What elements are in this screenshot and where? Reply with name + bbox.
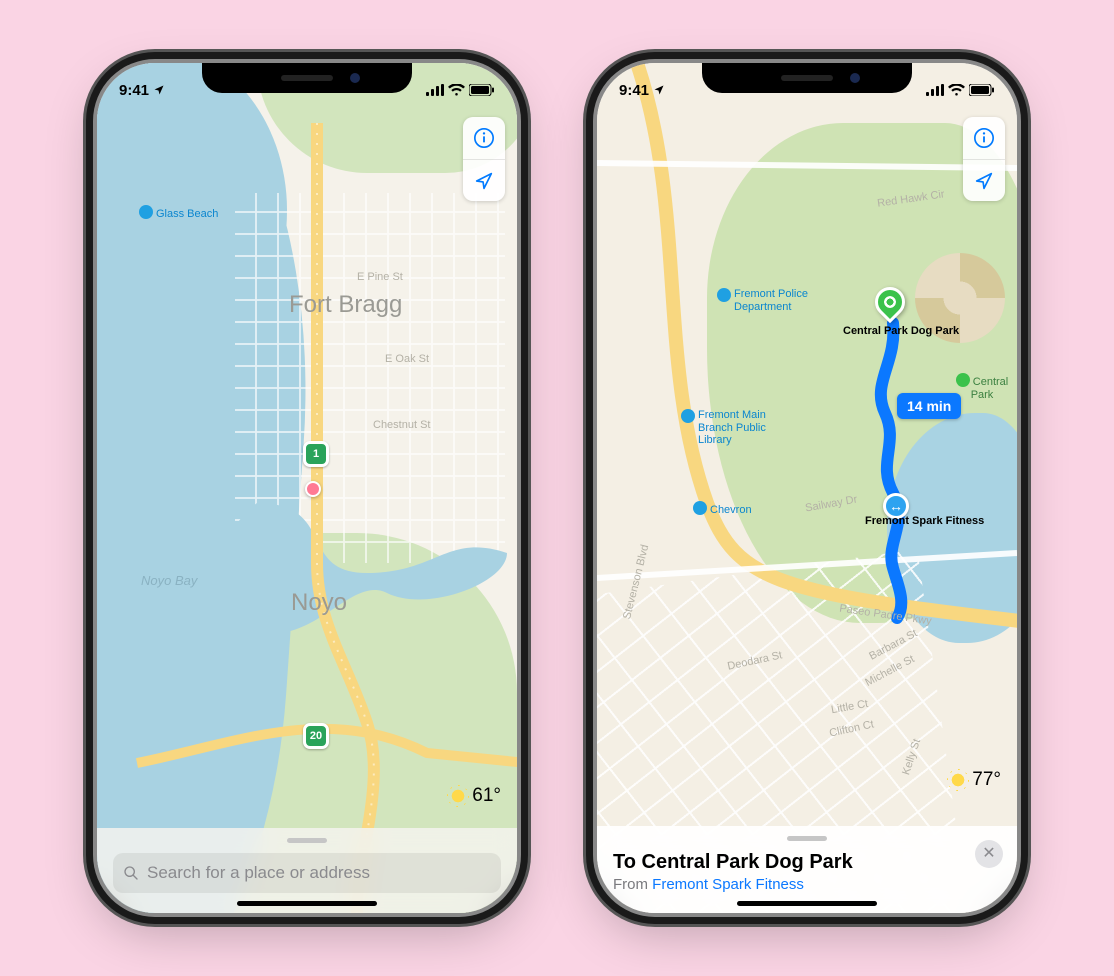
water-noyo-bay: Noyo Bay: [141, 573, 197, 588]
device-notch: [202, 63, 412, 93]
police-icon: [717, 288, 731, 302]
directions-title: To Central Park Dog Park: [613, 851, 1001, 874]
street-chestnut: Chestnut St: [373, 419, 430, 431]
battery-icon: [469, 84, 495, 96]
location-arrow-icon: [973, 170, 995, 192]
sun-icon: [950, 772, 966, 788]
map-controls: [463, 117, 505, 201]
phone-right: 9:41: [597, 63, 1017, 913]
poi-library[interactable]: Fremont Main Branch Public Library: [681, 409, 766, 447]
highway-shield-1: 1: [303, 441, 329, 467]
info-icon: [473, 127, 495, 149]
poi-central-park[interactable]: Central Park: [947, 373, 1017, 401]
sun-icon: [450, 788, 466, 804]
poi-glass-beach[interactable]: Glass Beach: [139, 205, 218, 221]
highway-shield-20: 20: [303, 723, 329, 749]
device-notch: [702, 63, 912, 93]
info-button[interactable]: [963, 117, 1005, 159]
close-icon: ✕: [982, 845, 995, 862]
map-pin-hospital[interactable]: [305, 481, 321, 497]
home-indicator[interactable]: [737, 901, 877, 906]
phone-left: 9:41: [97, 63, 517, 913]
poi-police[interactable]: Fremont Police Department: [717, 288, 808, 313]
location-services-icon: [153, 84, 165, 96]
location-arrow-icon: [473, 170, 495, 192]
origin-link[interactable]: Fremont Spark Fitness: [652, 876, 804, 893]
poi-chevron[interactable]: Chevron: [693, 501, 752, 517]
weather-badge[interactable]: 77°: [950, 769, 1001, 791]
info-icon: [973, 127, 995, 149]
card-grabber[interactable]: [287, 838, 327, 843]
street-pine: E Pine St: [357, 271, 403, 283]
city-label-fort-bragg: Fort Bragg: [289, 291, 402, 319]
location-services-icon: [653, 84, 665, 96]
locate-button[interactable]: [463, 159, 505, 201]
weather-badge[interactable]: 61°: [450, 785, 501, 807]
search-icon: [123, 865, 139, 881]
library-icon: [681, 409, 695, 423]
wifi-icon: [948, 84, 965, 96]
status-time: 9:41: [119, 82, 149, 99]
directions-card[interactable]: ✕ To Central Park Dog Park From Fremont …: [597, 826, 1017, 913]
close-button[interactable]: ✕: [975, 840, 1003, 868]
temperature: 77°: [972, 769, 1001, 791]
home-indicator[interactable]: [237, 901, 377, 906]
cellular-icon: [426, 84, 444, 96]
poi-dog-park[interactable]: Central Park Dog Park: [843, 325, 959, 338]
park-icon: [956, 373, 970, 387]
info-button[interactable]: [463, 117, 505, 159]
search-input[interactable]: Search for a place or address: [113, 853, 501, 893]
locate-button[interactable]: [963, 159, 1005, 201]
street-oak: E Oak St: [385, 353, 429, 365]
status-time: 9:41: [619, 82, 649, 99]
beach-icon: [139, 205, 153, 219]
card-grabber[interactable]: [787, 836, 827, 841]
gas-icon: [693, 501, 707, 515]
search-placeholder: Search for a place or address: [147, 863, 370, 883]
wifi-icon: [448, 84, 465, 96]
city-label-noyo: Noyo: [291, 589, 347, 617]
directions-subtitle: From Fremont Spark Fitness: [613, 876, 1001, 893]
cellular-icon: [926, 84, 944, 96]
temperature: 61°: [472, 785, 501, 807]
map-controls: [963, 117, 1005, 201]
battery-icon: [969, 84, 995, 96]
poi-fitness[interactable]: Fremont Spark Fitness: [865, 515, 984, 528]
